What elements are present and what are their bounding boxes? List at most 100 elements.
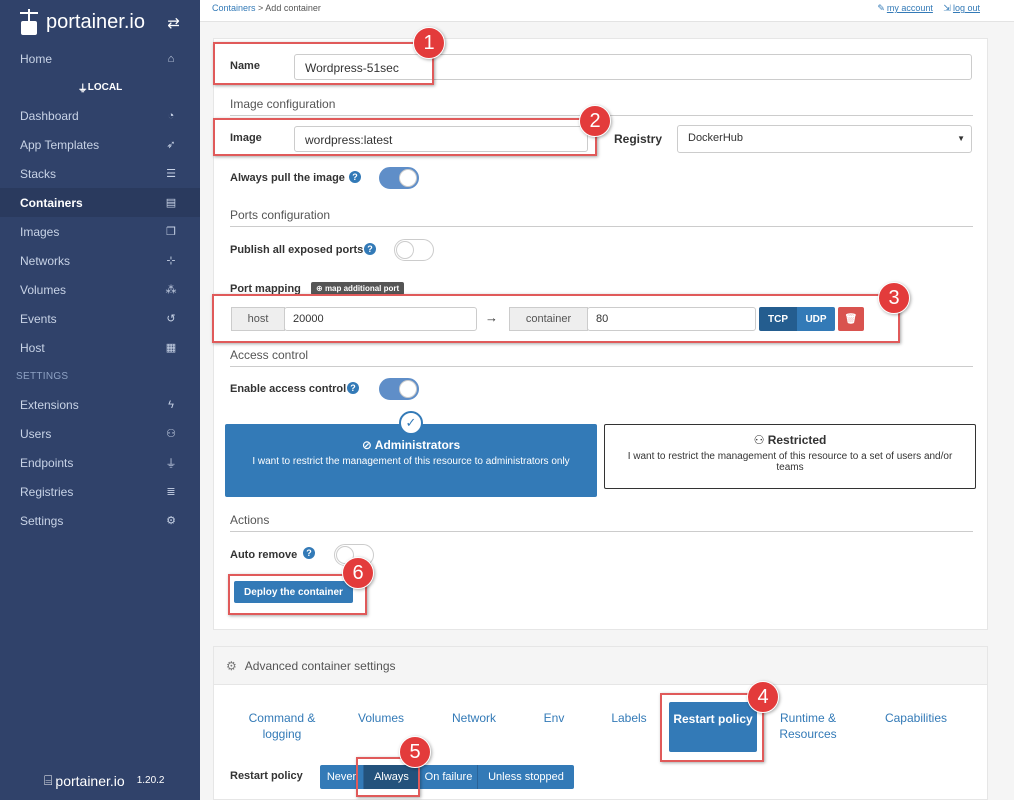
callout-box-image — [213, 118, 597, 156]
plus-circle-icon: ⊕ — [316, 284, 323, 293]
sidebar-item-label: Users — [20, 426, 52, 441]
footer-brand: portainer.io — [55, 772, 125, 789]
sidebar-item-images[interactable]: Images ❐ — [0, 217, 200, 246]
sidebar-item-label: Stacks — [20, 166, 57, 181]
publish-all-label: Publish all exposed ports — [230, 244, 364, 256]
home-icon: ⌂ — [167, 52, 175, 65]
restricted-title: Restricted — [767, 433, 827, 447]
callout-number: 3 — [878, 282, 910, 314]
list-icon: ☰ — [166, 168, 176, 180]
callout-box-name — [213, 42, 434, 85]
sidebar-item-host[interactable]: Host ▦ — [0, 333, 200, 362]
history-icon: ↺ — [166, 313, 176, 325]
dashboard-icon: ◔ — [167, 109, 175, 122]
sidebar-item-label: Endpoints — [20, 455, 74, 470]
sidebar: portainer.io ⇄ Home ⌂ ⏚ LOCAL Dashboard ◔ App… — [0, 0, 200, 800]
sidebar-item-extensions[interactable]: Extensions ϟ — [0, 390, 200, 419]
tab-env[interactable]: Env — [534, 710, 574, 726]
rocket-icon: ➶ — [166, 139, 176, 151]
map-additional-port-label: map additional port — [324, 284, 400, 293]
endpoint-label: LOCAL — [87, 81, 123, 93]
sidebar-item-containers[interactable]: Containers ▤ — [0, 188, 200, 217]
publish-all-toggle[interactable] — [394, 239, 434, 261]
eye-slash-icon: ⊘ — [361, 438, 372, 452]
user-links: ✎ my account ⇲ log out — [877, 3, 980, 14]
cubes-icon: ⁂ — [165, 284, 177, 296]
app-version: 1.20.2 — [136, 775, 165, 786]
tab-command-logging[interactable]: Command & logging — [242, 710, 322, 742]
callout-number: 2 — [579, 105, 611, 137]
sidebar-item-endpoints[interactable]: Endpoints ⏚ — [0, 448, 200, 477]
tab-volumes[interactable]: Volumes — [351, 710, 411, 726]
plug-icon: ⏚ — [165, 457, 177, 470]
top-bar: Containers > Add container ✎ my account ⇲… — [200, 0, 1014, 22]
portainer-logo-icon: ⌸ — [44, 772, 53, 788]
bolt-icon: ϟ — [168, 398, 174, 411]
swap-icon[interactable]: ⇄ — [167, 14, 180, 32]
sidebar-item-networks[interactable]: Networks ⊹ — [0, 246, 200, 275]
registry-selected-value: DockerHub — [688, 132, 744, 144]
sidebar-item-volumes[interactable]: Volumes ⁂ — [0, 275, 200, 304]
restricted-option[interactable]: ⚇ Restricted I want to restrict the mana… — [604, 424, 976, 489]
sidebar-item-stacks[interactable]: Stacks ☰ — [0, 159, 200, 188]
users-icon: ⚇ — [753, 433, 765, 447]
always-pull-label: Always pull the image — [230, 172, 345, 184]
breadcrumb: Containers > Add container — [212, 3, 321, 13]
registry-select[interactable]: DockerHub ▼ — [677, 125, 972, 153]
help-icon[interactable]: ? — [364, 243, 376, 255]
always-pull-toggle[interactable] — [379, 167, 419, 189]
users-icon: ⚇ — [166, 428, 176, 440]
help-icon[interactable]: ? — [303, 547, 315, 559]
settings-heading: SETTINGS — [16, 370, 69, 382]
auto-remove-label: Auto remove — [230, 549, 298, 561]
sidebar-item-label: Settings — [20, 513, 64, 528]
sidebar-item-label: Extensions — [20, 397, 79, 412]
sign-out-icon: ⇲ — [943, 3, 951, 13]
enable-access-toggle[interactable] — [379, 378, 419, 400]
cogs-icon: ⚙ — [166, 515, 176, 527]
sidebar-item-users[interactable]: Users ⚇ — [0, 419, 200, 448]
restart-unless-stopped-button[interactable]: Unless stopped — [478, 765, 574, 789]
enable-access-label: Enable access control — [230, 383, 347, 395]
callout-number: 6 — [342, 557, 374, 589]
breadcrumb-containers-link[interactable]: Containers — [212, 3, 256, 13]
sidebar-item-registries[interactable]: Registries ≣ — [0, 477, 200, 506]
restricted-description: I want to restrict the management of thi… — [627, 451, 953, 473]
sidebar-item-settings[interactable]: Settings ⚙ — [0, 506, 200, 535]
database-icon: ≣ — [166, 486, 176, 498]
tab-labels[interactable]: Labels — [604, 710, 654, 726]
tab-runtime-resources[interactable]: Runtime & Resources — [770, 710, 846, 742]
restart-on-failure-button[interactable]: On failure — [420, 765, 478, 789]
tab-capabilities[interactable]: Capabilities — [876, 710, 956, 726]
help-icon[interactable]: ? — [347, 382, 359, 394]
sidebar-item-label: Networks — [20, 253, 71, 268]
sidebar-item-label: Home — [20, 51, 53, 66]
restart-policy-label: Restart policy — [230, 770, 303, 782]
my-account-link[interactable]: my account — [887, 3, 933, 13]
sidebar-item-label: Containers — [20, 195, 83, 210]
administrators-title: Administrators — [374, 438, 461, 452]
advanced-settings-title: Advanced container settings — [244, 658, 396, 673]
clone-icon: ❐ — [166, 226, 176, 238]
help-icon[interactable]: ? — [349, 171, 361, 183]
caret-down-icon: ▼ — [957, 134, 965, 143]
grid-icon: ▦ — [165, 342, 177, 354]
sitemap-icon: ⊹ — [166, 255, 176, 267]
brand[interactable]: portainer.io ⇄ — [0, 0, 200, 44]
sidebar-item-events[interactable]: Events ↺ — [0, 304, 200, 333]
advanced-settings-header: ⚙ Advanced container settings — [214, 647, 987, 685]
callout-number: 4 — [747, 681, 779, 713]
sidebar-item-dashboard[interactable]: Dashboard ◔ — [0, 101, 200, 130]
log-out-link[interactable]: log out — [953, 3, 980, 13]
sidebar-item-label: Images — [20, 224, 60, 239]
brand-name: portainer.io — [46, 10, 145, 33]
cog-icon: ⚙ — [226, 658, 237, 673]
advanced-settings-panel: ⚙ Advanced container settings Command & … — [213, 646, 988, 800]
tab-network[interactable]: Network — [444, 710, 504, 726]
server-icon: ▤ — [165, 197, 177, 209]
sidebar-item-app-templates[interactable]: App Templates ➶ — [0, 130, 200, 159]
sidebar-item-home[interactable]: Home ⌂ — [0, 44, 200, 73]
registry-label: Registry — [614, 132, 663, 146]
sidebar-item-label: Events — [20, 311, 57, 326]
sidebar-item-label: Volumes — [20, 282, 67, 297]
